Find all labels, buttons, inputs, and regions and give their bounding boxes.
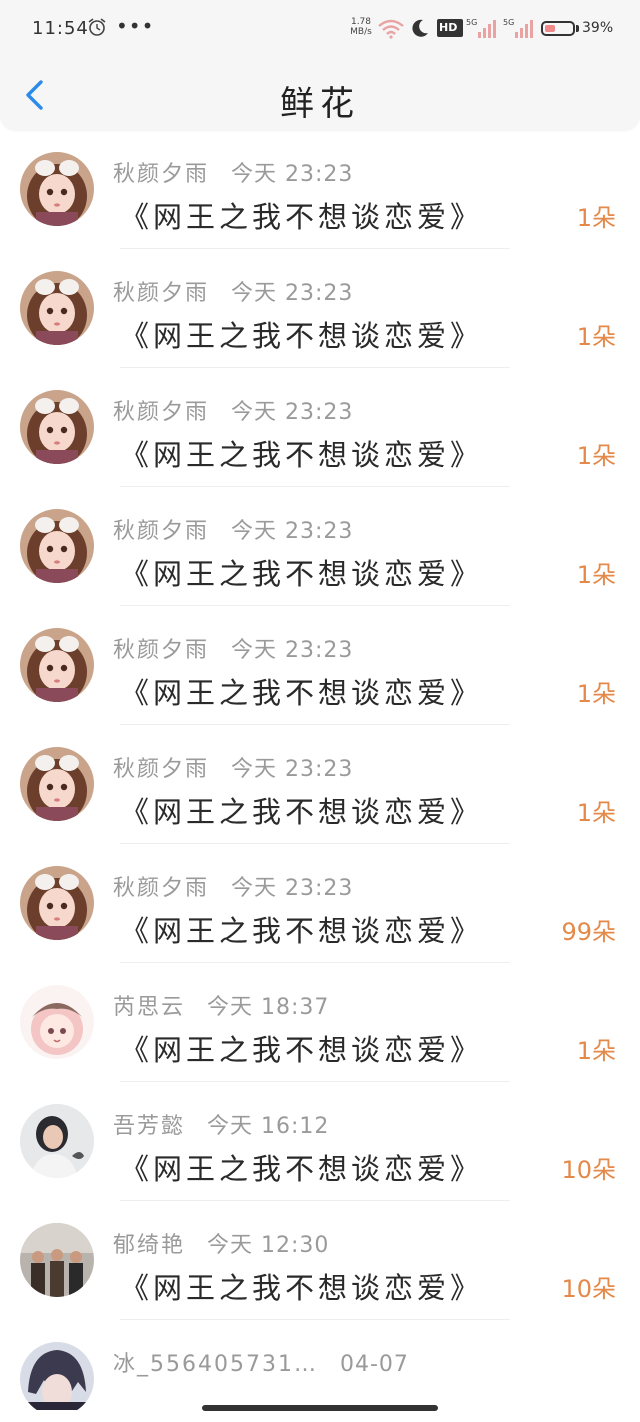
timestamp: 今天 23:23 <box>231 757 354 782</box>
network-label: 5G <box>466 18 477 27</box>
avatar[interactable] <box>20 509 94 583</box>
flower-count: 99朵 <box>561 918 616 946</box>
avatar[interactable] <box>20 628 94 702</box>
book-title: 《网王之我不想谈恋爱》 <box>120 438 484 472</box>
battery-icon <box>541 21 575 36</box>
battery-fill <box>545 25 555 32</box>
speed-unit: MB/s <box>350 27 372 37</box>
timestamp: 今天 16:12 <box>207 1114 330 1139</box>
item-meta: 芮思云 今天 18:37 <box>113 989 329 1021</box>
list-item[interactable]: 郁绮艳 今天 12:30 《网王之我不想谈恋爱》 10朵 <box>0 1201 640 1320</box>
book-title: 《网王之我不想谈恋爱》 <box>120 1033 484 1067</box>
nav-bar: 鲜花 <box>0 58 640 130</box>
timestamp: 今天 23:23 <box>231 519 354 544</box>
network-label-2: 5G <box>503 18 514 27</box>
flower-count: 10朵 <box>561 1156 616 1184</box>
timestamp: 今天 23:23 <box>231 162 354 187</box>
user-name: 芮思云 <box>113 995 186 1020</box>
list-item[interactable]: 芮思云 今天 18:37 《网王之我不想谈恋爱》 1朵 <box>0 963 640 1082</box>
status-bar: 11:54 ••• 1.78 MB/s HD 5G 5G 39% <box>0 0 640 58</box>
item-meta: 秋颜夕雨 今天 23:23 <box>113 751 353 783</box>
book-title: 《网王之我不想谈恋爱》 <box>120 557 484 591</box>
list-item[interactable]: 秋颜夕雨 今天 23:23 《网王之我不想谈恋爱》 1朵 <box>0 249 640 368</box>
user-name: 秋颜夕雨 <box>113 757 210 782</box>
list-item[interactable]: 吾芳懿 今天 16:12 《网王之我不想谈恋爱》 10朵 <box>0 1082 640 1201</box>
item-meta: 秋颜夕雨 今天 23:23 <box>113 513 353 545</box>
book-title: 《网王之我不想谈恋爱》 <box>120 676 484 710</box>
item-meta: 冰_556405731… 04-07 <box>113 1346 409 1378</box>
book-title: 《网王之我不想谈恋爱》 <box>120 1152 484 1186</box>
book-title: 《网王之我不想谈恋爱》 <box>120 319 484 353</box>
avatar[interactable] <box>20 1342 94 1410</box>
list-item[interactable]: 秋颜夕雨 今天 23:23 《网王之我不想谈恋爱》 1朵 <box>0 487 640 606</box>
status-time: 11:54 <box>32 18 89 39</box>
item-meta: 郁绮艳 今天 12:30 <box>113 1227 329 1259</box>
speed-value: 1.78 <box>350 17 372 27</box>
flower-count: 1朵 <box>576 442 616 470</box>
flower-count: 1朵 <box>576 561 616 589</box>
flower-count: 10朵 <box>561 1275 616 1303</box>
list-item[interactable]: 冰_556405731…04-07《网王之我不想谈恋爱》10朵 <box>0 1320 640 1410</box>
item-meta: 吾芳懿 今天 16:12 <box>113 1108 329 1140</box>
book-title: 《网王之我不想谈恋爱》 <box>120 200 484 234</box>
timestamp: 今天 23:23 <box>231 638 354 663</box>
timestamp: 今天 23:23 <box>231 281 354 306</box>
avatar[interactable] <box>20 1104 94 1178</box>
timestamp: 04-07 <box>339 1352 409 1377</box>
avatar[interactable] <box>20 1223 94 1297</box>
moon-icon <box>412 19 428 37</box>
battery-tip <box>576 25 579 32</box>
signal-icon: 5G <box>466 18 496 38</box>
flower-count: 1朵 <box>576 680 616 708</box>
item-meta: 秋颜夕雨 今天 23:23 <box>113 632 353 664</box>
hd-badge: HD <box>437 19 463 37</box>
user-name: 秋颜夕雨 <box>113 638 210 663</box>
flower-count: 1朵 <box>576 799 616 827</box>
signal-icon-2: 5G <box>503 18 533 38</box>
user-name: 吾芳懿 <box>113 1114 186 1139</box>
list-item[interactable]: 秋颜夕雨 今天 23:23 《网王之我不想谈恋爱》 99朵 <box>0 844 640 963</box>
book-title: 《网王之我不想谈恋爱》 <box>120 914 484 948</box>
home-indicator[interactable] <box>202 1405 438 1411</box>
flower-count: 10朵 <box>561 1402 616 1410</box>
avatar[interactable] <box>20 866 94 940</box>
timestamp: 今天 12:30 <box>207 1233 330 1258</box>
timestamp: 今天 18:37 <box>207 995 330 1020</box>
list-item[interactable]: 秋颜夕雨 今天 23:23 《网王之我不想谈恋爱》 1朵 <box>0 130 640 249</box>
network-speed: 1.78 MB/s <box>347 17 375 37</box>
item-meta: 秋颜夕雨 今天 23:23 <box>113 394 353 426</box>
battery-percent: 39% <box>582 20 614 36</box>
flower-count: 1朵 <box>576 323 616 351</box>
wifi-icon <box>378 19 404 39</box>
page-title: 鲜花 <box>280 84 360 124</box>
avatar[interactable] <box>20 271 94 345</box>
book-title: 《网王之我不想谈恋爱》 <box>120 795 484 829</box>
user-name: 秋颜夕雨 <box>113 281 210 306</box>
list-item[interactable]: 秋颜夕雨 今天 23:23 《网王之我不想谈恋爱》 1朵 <box>0 368 640 487</box>
avatar[interactable] <box>20 747 94 821</box>
user-name: 郁绮艳 <box>113 1233 186 1258</box>
avatar[interactable] <box>20 390 94 464</box>
user-name: 秋颜夕雨 <box>113 876 210 901</box>
flower-count: 1朵 <box>576 1037 616 1065</box>
user-name: 秋颜夕雨 <box>113 162 210 187</box>
list-item[interactable]: 秋颜夕雨 今天 23:23 《网王之我不想谈恋爱》 1朵 <box>0 725 640 844</box>
alarm-clock-icon <box>88 18 106 36</box>
avatar[interactable] <box>20 152 94 226</box>
user-name: 秋颜夕雨 <box>113 400 210 425</box>
timestamp: 今天 23:23 <box>231 400 354 425</box>
avatar[interactable] <box>20 985 94 1059</box>
user-name: 冰_556405731… <box>113 1352 318 1377</box>
more-icon: ••• <box>116 14 155 38</box>
list-item[interactable]: 秋颜夕雨 今天 23:23 《网王之我不想谈恋爱》 1朵 <box>0 606 640 725</box>
flower-count: 1朵 <box>576 204 616 232</box>
item-meta: 秋颜夕雨 今天 23:23 <box>113 156 353 188</box>
timestamp: 今天 23:23 <box>231 876 354 901</box>
item-meta: 秋颜夕雨 今天 23:23 <box>113 275 353 307</box>
user-name: 秋颜夕雨 <box>113 519 210 544</box>
item-meta: 秋颜夕雨 今天 23:23 <box>113 870 353 902</box>
flower-list: 秋颜夕雨 今天 23:23 《网王之我不想谈恋爱》 1朵 秋颜夕雨 今天 23:23 《网… <box>0 130 640 1410</box>
book-title: 《网王之我不想谈恋爱》 <box>120 1271 484 1305</box>
